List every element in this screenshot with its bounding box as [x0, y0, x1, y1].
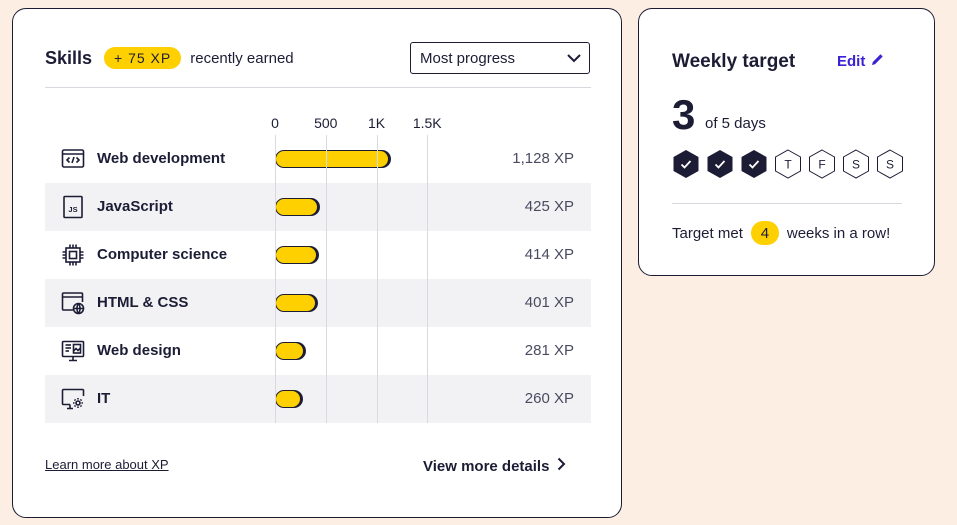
gear-monitor-icon	[61, 387, 85, 411]
streak-badge: 4	[750, 221, 779, 245]
axis-tick-label: 1.5K	[412, 115, 442, 131]
js-file-icon: JS	[61, 195, 85, 219]
gridline	[427, 135, 429, 423]
axis-tick-label: 1K	[367, 115, 386, 131]
day-pending-hexagon: F	[808, 149, 836, 179]
skill-label: Computer science	[97, 246, 228, 263]
sort-select[interactable]: Most progress	[410, 42, 590, 74]
sort-select-value: Most progress	[420, 49, 516, 67]
skill-row[interactable]: HTML & CSS 401 XP	[45, 279, 591, 327]
skill-row[interactable]: Computer science 414 XP	[45, 231, 591, 279]
edit-label: Edit	[837, 53, 866, 70]
recent-label: recently earned	[190, 49, 294, 67]
chevron-down-icon	[567, 50, 581, 67]
axis-tick-label: 500	[314, 115, 338, 131]
weekly-target-title: Weekly target	[672, 51, 796, 72]
divider	[45, 87, 591, 88]
skill-label: JavaScript	[97, 198, 173, 215]
skill-xp-value: 414 XP	[524, 246, 574, 263]
day-pending-hexagon: S	[842, 149, 870, 179]
divider	[672, 203, 902, 204]
browser-globe-icon	[61, 291, 85, 315]
skill-xp-bar	[275, 246, 318, 264]
skill-xp-value: 401 XP	[524, 294, 574, 311]
edit-target-button[interactable]: Edit	[837, 53, 884, 70]
target-met-prefix: Target met	[672, 224, 743, 242]
skill-xp-value: 281 XP	[524, 342, 574, 359]
skill-xp-bar	[275, 294, 316, 312]
skills-card: Skills + 75 XP recently earned Most prog…	[12, 8, 622, 518]
skill-row[interactable]: IT 260 XP	[45, 375, 591, 423]
pencil-icon	[871, 53, 884, 70]
skill-label: IT	[97, 390, 111, 407]
chevron-right-icon	[557, 457, 566, 475]
skill-xp-bar	[275, 198, 319, 216]
gridline	[275, 135, 276, 423]
streak-message: Target met 4 weeks in a row!	[672, 221, 890, 245]
skill-xp-value: 425 XP	[524, 198, 574, 215]
weekly-target-card: Weekly target Edit 3 of 5 days T F S S Targ…	[638, 8, 935, 276]
view-more-label: View more details	[423, 457, 550, 475]
skill-label: Web development	[97, 150, 226, 167]
cpu-chip-icon	[61, 243, 85, 267]
code-window-icon	[61, 147, 85, 171]
skill-xp-value: 1,128 XP	[512, 150, 574, 167]
skill-xp-bar	[275, 390, 302, 408]
day-done-hexagon	[706, 149, 734, 179]
skill-xp-value: 260 XP	[524, 390, 574, 407]
skill-row[interactable]: JS JavaScript 425 XP	[45, 183, 591, 231]
svg-text:S: S	[852, 158, 860, 172]
axis-tick-label: 0	[271, 115, 279, 131]
skill-xp-bar	[275, 150, 390, 168]
skill-label: Web design	[97, 342, 181, 359]
gridline	[376, 135, 378, 423]
skill-label: HTML & CSS	[97, 294, 189, 311]
day-pending-hexagon: T	[774, 149, 802, 179]
day-hexagons: TFSS	[672, 149, 904, 179]
svg-text:T: T	[784, 158, 792, 172]
learn-more-xp-link[interactable]: Learn more about XP	[45, 457, 169, 472]
day-done-hexagon	[672, 149, 700, 179]
skill-xp-bar	[275, 342, 304, 360]
skill-row[interactable]: Web design 281 XP	[45, 327, 591, 375]
day-pending-hexagon: S	[876, 149, 904, 179]
svg-text:F: F	[818, 158, 825, 172]
day-done-hexagon	[740, 149, 768, 179]
view-more-details-button[interactable]: View more details	[423, 457, 566, 475]
design-monitor-icon	[61, 339, 85, 363]
days-done-count: 3	[672, 91, 696, 138]
skill-row[interactable]: Web development 1,128 XP	[45, 135, 591, 183]
svg-text:JS: JS	[68, 205, 77, 214]
skills-title: Skills	[45, 47, 93, 68]
svg-text:S: S	[886, 158, 894, 172]
skills-header: Skills + 75 XP recently earned	[45, 47, 294, 69]
target-met-suffix: weeks in a row!	[786, 224, 891, 242]
of-days-label: of 5 days	[705, 115, 766, 132]
recent-xp-badge: + 75 XP	[104, 47, 182, 69]
gridline	[325, 135, 327, 423]
